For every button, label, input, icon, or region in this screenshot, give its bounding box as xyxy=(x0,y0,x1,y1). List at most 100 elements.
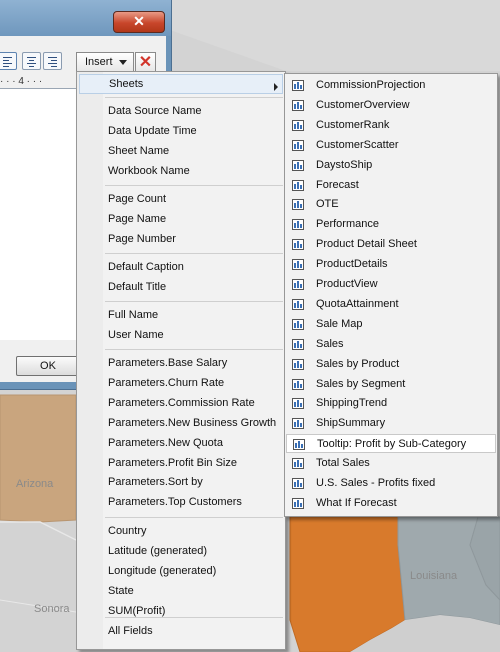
ok-button[interactable]: OK xyxy=(16,356,80,376)
menu-item[interactable]: Data Source Name xyxy=(108,105,202,117)
sheet-menu-item-label: DaystoShip xyxy=(316,159,373,171)
worksheet-icon xyxy=(292,259,304,270)
sheet-menu-item[interactable]: QuotaAttainment xyxy=(286,295,496,314)
menu-item[interactable]: Full Name xyxy=(108,309,158,321)
sheet-menu-item[interactable]: What If Forecast xyxy=(286,494,496,513)
menu-item[interactable]: Parameters.Profit Bin Size xyxy=(108,457,237,469)
worksheet-icon xyxy=(292,379,304,390)
sheet-menu-item[interactable]: CustomerScatter xyxy=(286,136,496,155)
sheet-menu-item[interactable]: Product Detail Sheet xyxy=(286,235,496,254)
sheet-menu-item[interactable]: Sales by Segment xyxy=(286,375,496,394)
menu-item[interactable]: Workbook Name xyxy=(108,165,190,177)
sheet-menu-item-label: Product Detail Sheet xyxy=(316,238,417,250)
worksheet-icon xyxy=(292,398,304,409)
menu-item[interactable]: State xyxy=(108,585,134,597)
delete-button[interactable]: ✕ xyxy=(135,52,156,73)
align-left-button[interactable] xyxy=(0,52,17,70)
sheet-menu-item[interactable]: ShippingTrend xyxy=(286,394,496,413)
menu-item[interactable]: Page Name xyxy=(108,213,166,225)
menu-item[interactable]: Page Count xyxy=(108,193,166,205)
sheet-menu-item-label: OTE xyxy=(316,198,339,210)
sheet-menu-item-label: Sales xyxy=(316,338,344,350)
sheet-menu-item[interactable]: Tooltip: Profit by Sub-Category xyxy=(286,434,496,453)
menu-item-sheets-label: Sheets xyxy=(109,78,144,90)
insert-button-label: Insert xyxy=(85,56,113,68)
sheet-menu-item[interactable]: ProductDetails xyxy=(286,255,496,274)
menu-item[interactable]: Longitude (generated) xyxy=(108,565,216,577)
menu-item[interactable]: Parameters.Commission Rate xyxy=(108,397,255,409)
sheet-menu-item-label: CustomerScatter xyxy=(316,139,399,151)
menu-item[interactable]: Parameters.New Quota xyxy=(108,437,223,449)
sheet-menu-item[interactable]: Forecast xyxy=(286,176,496,195)
menu-item[interactable]: SUM(Profit) xyxy=(108,605,165,617)
worksheet-icon xyxy=(292,239,304,250)
dialog-titlebar[interactable]: ✕ xyxy=(0,0,171,36)
menu-item[interactable]: Country xyxy=(108,525,147,537)
menu-item[interactable]: Latitude (generated) xyxy=(108,545,207,557)
sheet-menu-item-label: CustomerRank xyxy=(316,119,390,131)
sheet-menu-item[interactable]: ShipSummary xyxy=(286,414,496,433)
menu-item[interactable]: Page Number xyxy=(108,233,176,245)
sheet-menu-item[interactable]: Sales xyxy=(286,335,496,354)
menu-item[interactable]: Default Caption xyxy=(108,261,184,273)
close-button[interactable]: ✕ xyxy=(113,11,165,33)
sheet-menu-item-label: QuotaAttainment xyxy=(316,298,399,310)
map-label-louisiana: Louisiana xyxy=(410,570,458,582)
menu-item[interactable]: Parameters.Churn Rate xyxy=(108,377,224,389)
sheet-menu-item-label: U.S. Sales - Profits fixed xyxy=(316,477,436,489)
menu-item[interactable]: Parameters.Top Customers xyxy=(108,496,242,508)
menu-item[interactable]: Sheet Name xyxy=(108,145,169,157)
sheet-menu-item[interactable]: OTE xyxy=(286,195,496,214)
menu-item[interactable]: Data Update Time xyxy=(108,125,197,137)
menu-item[interactable]: User Name xyxy=(108,329,164,341)
sheets-submenu: CommissionProjection CustomerOverview Cust… xyxy=(284,73,498,517)
worksheet-icon xyxy=(292,140,304,151)
map-label-sonora: Sonora xyxy=(34,603,70,615)
worksheet-icon xyxy=(292,418,304,429)
arizona-shape xyxy=(0,394,77,523)
worksheet-icon xyxy=(292,299,304,310)
menu-separator xyxy=(105,185,283,186)
sheet-menu-item[interactable]: CommissionProjection xyxy=(286,76,496,95)
worksheet-icon xyxy=(292,359,304,370)
worksheet-icon xyxy=(292,160,304,171)
menu-item[interactable]: Default Title xyxy=(108,281,166,293)
worksheet-icon xyxy=(292,339,304,350)
sheet-menu-item[interactable]: Sale Map xyxy=(286,315,496,334)
menu-item[interactable]: Parameters.Sort by xyxy=(108,476,203,488)
worksheet-icon xyxy=(293,439,305,450)
worksheet-icon xyxy=(292,120,304,131)
sheet-menu-item-label: CustomerOverview xyxy=(316,99,410,111)
sheet-menu-item[interactable]: Sales by Product xyxy=(286,355,496,374)
worksheet-icon xyxy=(292,80,304,91)
align-center-button[interactable] xyxy=(22,52,41,70)
chevron-down-icon xyxy=(119,60,127,65)
sheet-menu-item-label: What If Forecast xyxy=(316,497,397,509)
sheet-menu-item[interactable]: DaystoShip xyxy=(286,156,496,175)
align-right-button[interactable] xyxy=(43,52,62,70)
sheet-menu-item[interactable]: CustomerOverview xyxy=(286,96,496,115)
sheet-menu-item[interactable]: ProductView xyxy=(286,275,496,294)
menu-item[interactable]: Parameters.Base Salary xyxy=(108,357,227,369)
delete-icon: ✕ xyxy=(138,54,153,71)
sheet-menu-item[interactable]: Performance xyxy=(286,215,496,234)
sheet-menu-item-label: Sales by Segment xyxy=(316,378,406,390)
worksheet-icon xyxy=(292,279,304,290)
menu-item[interactable]: All Fields xyxy=(108,625,153,637)
sheet-menu-item-label: ShipSummary xyxy=(316,417,386,429)
sheet-menu-item[interactable]: Total Sales xyxy=(286,454,496,473)
submenu-arrow-icon xyxy=(274,83,278,91)
worksheet-icon xyxy=(292,180,304,191)
insert-button[interactable]: Insert xyxy=(76,52,134,73)
sheet-menu-item-label: Sales by Product xyxy=(316,358,400,370)
menu-item[interactable]: Parameters.New Business Growth xyxy=(108,417,276,429)
sheet-menu-item-label: ProductDetails xyxy=(316,258,388,270)
sheet-menu-item-label: Tooltip: Profit by Sub-Category xyxy=(317,438,467,450)
sheet-menu-item-label: Performance xyxy=(316,218,379,230)
sheet-menu-item-label: CommissionProjection xyxy=(316,79,426,91)
menu-separator xyxy=(105,349,283,350)
sheet-menu-item[interactable]: CustomerRank xyxy=(286,116,496,135)
sheet-menu-item[interactable]: U.S. Sales - Profits fixed xyxy=(286,474,496,493)
menu-item-sheets[interactable]: Sheets xyxy=(79,74,283,94)
menu-separator xyxy=(105,97,283,98)
